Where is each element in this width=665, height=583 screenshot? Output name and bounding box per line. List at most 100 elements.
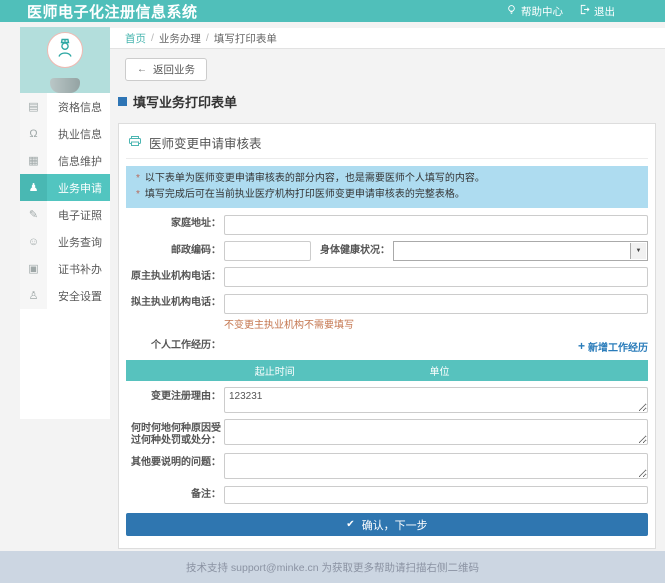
punishment-textarea[interactable] (224, 419, 648, 445)
old-org-phone-input[interactable] (224, 267, 648, 287)
sidebar-item-business-application[interactable]: ♟ 业务申请 (20, 174, 110, 201)
check-icon: ✔ (346, 520, 354, 530)
app-window: 医师电子化注册信息系统 帮助中心 退出 (0, 0, 665, 583)
sidebar-item-practice-info[interactable]: Ω 执业信息 (20, 120, 110, 147)
punishment-label: 何时何地何种原因受过何种处罚或处分： (126, 419, 221, 447)
note-text: 填写完成后可在当前执业医疗机构打印医师变更申请审核表的完整表格。 (145, 187, 465, 203)
breadcrumb-home[interactable]: 首页 (125, 31, 146, 46)
sidebar-item-label: 资格信息 (47, 93, 110, 120)
work-experience-row: 个人工作经历： + 新增工作经历 (126, 339, 648, 354)
no-change-hint: 不变更主执业机构不需要填写 (224, 316, 648, 331)
postal-code-input[interactable] (224, 241, 311, 261)
main-area: 首页 / 业务办理 / 填写打印表单 ← 返回业务 填写业务打印表单 (110, 22, 665, 551)
work-experience-table-header: 起止时间 单位 (126, 360, 648, 381)
form-panel: 医师变更申请审核表 * 以下表单为医师变更申请审核表的部分内容，也是需要医师个人… (118, 123, 656, 549)
other-issues-textarea[interactable] (224, 453, 648, 479)
logout-link[interactable]: 退出 (579, 4, 615, 19)
avatar-panel (20, 27, 110, 93)
header-links: 帮助中心 退出 (506, 4, 615, 19)
headset-icon: Ω (20, 120, 47, 147)
postal-code-label: 邮政编码： (126, 241, 221, 257)
old-org-phone-field: 原主执业机构电话： (126, 267, 648, 288)
back-arrow-icon: ← (137, 65, 147, 75)
new-org-phone-input[interactable] (224, 294, 648, 314)
sidebar-item-electronic-certificate[interactable]: ✎ 电子证照 (20, 201, 110, 228)
breadcrumb-separator: / (151, 32, 154, 44)
column-header-organization: 单位 (424, 363, 648, 378)
home-address-input[interactable] (224, 215, 648, 235)
add-work-experience-link[interactable]: + 新增工作经历 (578, 339, 648, 354)
footer-text: 技术支持 support@minke.cn 为获取更多帮助请扫描右侧二维码 (186, 560, 479, 575)
content-area: ▤ 资格信息 Ω 执业信息 ▦ 信息维护 ♟ 业务申请 (0, 22, 665, 551)
add-work-experience-label: 新增工作经历 (588, 339, 648, 354)
new-org-phone-field: 拟主执业机构电话： (126, 293, 648, 314)
back-button-label: 返回业务 (153, 62, 195, 77)
change-reason-field: 变更注册理由： 123231 (126, 387, 648, 413)
remarks-label: 备注： (126, 485, 221, 501)
new-org-phone-label: 拟主执业机构电话： (126, 293, 221, 309)
note-text: 以下表单为医师变更申请审核表的部分内容，也是需要医师个人填写的内容。 (145, 171, 485, 187)
sidebar: ▤ 资格信息 Ω 执业信息 ▦ 信息维护 ♟ 业务申请 (0, 22, 110, 551)
sidebar-panel: ▤ 资格信息 Ω 执业信息 ▦ 信息维护 ♟ 业务申请 (20, 27, 110, 419)
home-address-field: 家庭地址： (126, 214, 648, 235)
info-box: * 以下表单为医师变更申请审核表的部分内容，也是需要医师个人填写的内容。 * 填… (126, 166, 648, 208)
image-icon: ▦ (20, 147, 47, 174)
health-status-select[interactable]: ▼ (393, 241, 648, 261)
form-header: 医师变更申请审核表 (126, 130, 648, 159)
logout-icon (579, 4, 590, 18)
sidebar-item-business-query[interactable]: ☺ 业务查询 (20, 228, 110, 255)
column-header-period: 起止时间 (126, 363, 424, 378)
remarks-field: 备注： (126, 485, 648, 505)
back-to-business-button[interactable]: ← 返回业务 (125, 58, 207, 81)
change-reason-textarea[interactable]: 123231 (224, 387, 648, 413)
sidebar-item-security-settings[interactable]: ♙ 安全设置 (20, 282, 110, 309)
sidebar-item-label: 业务查询 (47, 228, 110, 255)
sidebar-item-label: 证书补办 (47, 255, 110, 282)
dropdown-arrow-icon[interactable]: ▼ (630, 243, 646, 259)
sidebar-item-label: 电子证照 (47, 201, 110, 228)
breadcrumb-separator: / (206, 32, 209, 44)
breadcrumb-item-business-handling[interactable]: 业务办理 (159, 31, 201, 46)
app-title: 医师电子化注册信息系统 (27, 1, 198, 22)
health-status-label: 身体健康状况： (311, 241, 390, 257)
info-line: * 以下表单为医师变更申请审核表的部分内容，也是需要医师个人填写的内容。 (136, 171, 638, 187)
printer-icon (128, 134, 142, 152)
person-icon: ♟ (20, 174, 47, 201)
pencil-document-icon: ✎ (20, 201, 47, 228)
note-marker: * (136, 187, 140, 203)
plus-icon: + (578, 340, 585, 352)
remarks-input[interactable] (224, 486, 648, 504)
home-address-label: 家庭地址： (126, 214, 221, 230)
punishment-field: 何时何地何种原因受过何种处罚或处分： (126, 419, 648, 447)
confirm-next-button[interactable]: ✔ 确认，下一步 (126, 513, 648, 536)
person-outline-icon: ♙ (20, 282, 47, 309)
sidebar-item-label: 信息维护 (47, 147, 110, 174)
other-issues-label: 其他要说明的问题： (126, 453, 221, 469)
sidebar-item-qualification-info[interactable]: ▤ 资格信息 (20, 93, 110, 120)
old-org-phone-label: 原主执业机构电话： (126, 267, 221, 283)
section-title: 填写业务打印表单 (118, 92, 665, 111)
logout-label: 退出 (594, 4, 615, 19)
avatar (47, 32, 83, 68)
help-center-label: 帮助中心 (521, 4, 563, 19)
lightbulb-icon (506, 4, 517, 18)
section-marker-icon (118, 97, 127, 106)
page-title: 填写业务打印表单 (133, 92, 237, 111)
help-center-link[interactable]: 帮助中心 (506, 4, 563, 19)
avatar-shoulders (50, 78, 80, 93)
sidebar-item-label: 业务申请 (47, 174, 110, 201)
other-issues-field: 其他要说明的问题： (126, 453, 648, 479)
footer: 技术支持 support@minke.cn 为获取更多帮助请扫描右侧二维码 (0, 551, 665, 583)
app-header: 医师电子化注册信息系统 帮助中心 退出 (0, 0, 665, 22)
sidebar-item-info-maintenance[interactable]: ▦ 信息维护 (20, 147, 110, 174)
change-reason-label: 变更注册理由： (126, 387, 221, 403)
document-icon: ▤ (20, 93, 47, 120)
note-marker: * (136, 171, 140, 187)
sidebar-item-certificate-reissue[interactable]: ▣ 证书补办 (20, 255, 110, 282)
sidebar-item-label: 安全设置 (47, 282, 110, 309)
breadcrumb: 首页 / 业务办理 / 填写打印表单 (110, 28, 665, 49)
doctor-avatar-icon (53, 36, 77, 65)
chat-icon: ☺ (20, 228, 47, 255)
clipboard-icon: ▣ (20, 255, 47, 282)
postal-health-row: 邮政编码： 身体健康状况： ▼ (126, 241, 648, 261)
